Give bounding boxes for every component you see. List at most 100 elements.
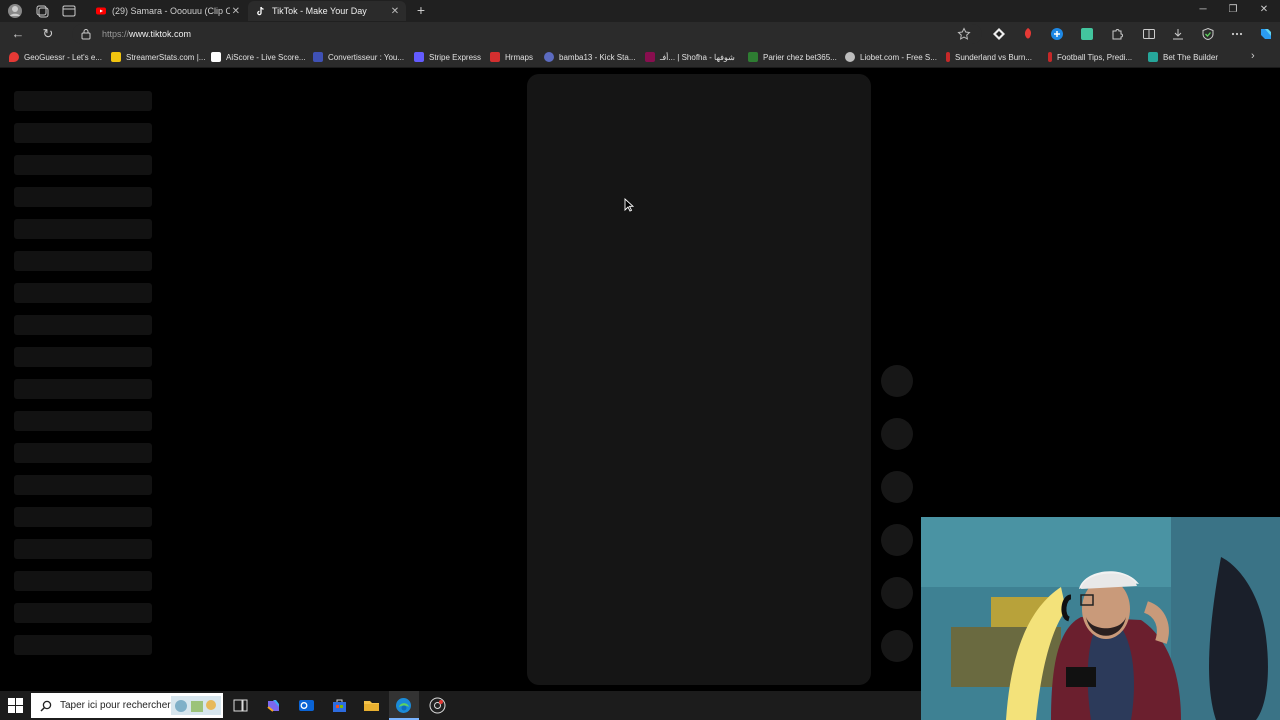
bookmark-label: Bet The Builder xyxy=(1163,52,1218,62)
lock-icon[interactable] xyxy=(80,28,92,40)
skeleton-row xyxy=(14,187,152,207)
skeleton-row xyxy=(14,603,152,623)
bookmark-bet365[interactable]: Parier chez bet365... xyxy=(748,50,837,64)
bookmark-label: Sunderland vs Burn... xyxy=(955,52,1032,62)
close-icon[interactable]: ✕ xyxy=(388,6,402,17)
reload-button[interactable]: ↻ xyxy=(40,26,56,42)
mouse-cursor-icon xyxy=(624,198,634,212)
split-screen-icon[interactable] xyxy=(1142,27,1156,41)
task-view-icon[interactable] xyxy=(232,697,249,714)
window-close-button[interactable]: ✕ xyxy=(1257,3,1271,17)
taskbar-search-box[interactable]: Taper ici pour rechercher xyxy=(31,693,223,718)
btb-icon xyxy=(1148,52,1158,62)
taskbar-edge-active[interactable] xyxy=(389,691,419,720)
copilot-app-icon[interactable] xyxy=(265,697,282,714)
favorite-star-icon[interactable] xyxy=(957,27,971,41)
action-button-skeleton[interactable] xyxy=(881,365,913,397)
skeleton-row xyxy=(14,507,152,527)
pin-icon xyxy=(9,52,19,62)
skeleton-row xyxy=(14,155,152,175)
minimize-button[interactable]: ─ xyxy=(1196,3,1210,17)
skeleton-row xyxy=(14,571,152,591)
bookmark-stripe[interactable]: Stripe Express xyxy=(414,50,481,64)
bookmark-aiscore[interactable]: AiScore - Live Score... xyxy=(211,50,306,64)
bookmark-label: Parier chez bet365... xyxy=(763,52,837,62)
back-button[interactable]: ← xyxy=(10,26,26,42)
bet365-icon xyxy=(748,52,758,62)
bookmark-shofha[interactable]: أفـ... | Shofha - شوفها xyxy=(645,50,735,64)
tiktok-icon xyxy=(257,6,264,16)
search-icon xyxy=(40,700,52,712)
match-icon xyxy=(946,52,950,62)
bookmark-kick[interactable]: bamba13 - Kick Sta... xyxy=(544,50,635,64)
action-button-skeleton[interactable] xyxy=(881,471,913,503)
convert-icon xyxy=(313,52,323,62)
bookmark-hrmaps[interactable]: Hrmaps xyxy=(490,50,533,64)
windows-taskbar: Taper ici pour rechercher xyxy=(0,691,921,720)
workspaces-icon[interactable] xyxy=(34,3,50,19)
skeleton-row xyxy=(14,315,152,335)
tab-youtube[interactable]: (29) Samara - Ooouuu (Clip Offici ✕ xyxy=(88,1,246,21)
bookmark-label: Convertisseur : You... xyxy=(328,52,405,62)
address-bar[interactable]: https://www.tiktok.com xyxy=(72,24,982,44)
tab-actions-icon[interactable] xyxy=(61,3,77,19)
bars-icon xyxy=(111,52,121,62)
bookmark-liobet[interactable]: Liobet.com - Free S... xyxy=(845,50,937,64)
video-placeholder-card[interactable] xyxy=(527,74,871,685)
extension-blue-icon[interactable] xyxy=(1050,27,1064,41)
bookmark-label: bamba13 - Kick Sta... xyxy=(559,52,636,62)
skeleton-row xyxy=(14,539,152,559)
bookmark-football-tips[interactable]: Football Tips, Predi... xyxy=(1048,50,1132,64)
skeleton-row xyxy=(14,443,152,463)
url-text: https://www.tiktok.com xyxy=(102,29,191,39)
skeleton-row xyxy=(14,475,152,495)
extensions-puzzle-icon[interactable] xyxy=(1110,27,1124,41)
bookmark-bet-the-builder[interactable]: Bet The Builder xyxy=(1148,50,1218,64)
browser-tab-bar: (29) Samara - Ooouuu (Clip Offici ✕ TikT… xyxy=(0,0,1280,22)
extension-green-icon[interactable] xyxy=(1080,27,1094,41)
bookmark-label: أفـ... | Shofha - شوفها xyxy=(660,52,735,62)
browser-essentials-icon[interactable] xyxy=(1201,27,1215,41)
bookmark-geoguessr[interactable]: GeoGuessr - Let's e... xyxy=(9,50,102,64)
chevron-right-icon[interactable]: › xyxy=(1251,50,1255,62)
action-button-skeleton[interactable] xyxy=(881,630,913,662)
more-options-icon[interactable] xyxy=(1230,27,1244,41)
url-protocol: https:// xyxy=(102,29,130,39)
obs-recording-icon[interactable] xyxy=(429,697,446,714)
bookmark-convertisseur[interactable]: Convertisseur : You... xyxy=(313,50,404,64)
bookmark-label: StreamerStats.com |... xyxy=(126,52,206,62)
action-button-skeleton[interactable] xyxy=(881,524,913,556)
globe-icon xyxy=(845,52,855,62)
extension-red-icon[interactable] xyxy=(1021,27,1035,41)
stripe-icon xyxy=(414,52,424,62)
close-icon[interactable]: ✕ xyxy=(230,6,242,17)
tab-tiktok[interactable]: TikTok - Make Your Day ✕ xyxy=(248,1,406,21)
skeleton-row xyxy=(14,251,152,271)
restore-button[interactable]: ❐ xyxy=(1226,3,1240,17)
bookmark-streamerstats[interactable]: StreamerStats.com |... xyxy=(111,50,205,64)
extension-diamond-icon[interactable] xyxy=(992,27,1006,41)
bookmarks-bar: GeoGuessr - Let's e... StreamerStats.com… xyxy=(0,46,1280,68)
profile-avatar-icon[interactable] xyxy=(7,3,23,19)
microsoft-store-icon[interactable] xyxy=(331,697,348,714)
file-explorer-icon[interactable] xyxy=(363,697,380,714)
edge-icon xyxy=(396,698,411,713)
copilot-icon[interactable] xyxy=(1258,26,1274,42)
new-tab-button[interactable]: + xyxy=(414,2,428,18)
skeleton-row xyxy=(14,379,152,399)
windows-start-icon[interactable] xyxy=(8,698,23,713)
skeleton-row xyxy=(14,635,152,655)
action-button-skeleton[interactable] xyxy=(881,577,913,609)
aiscore-icon xyxy=(211,52,221,62)
bookmark-label: Football Tips, Predi... xyxy=(1057,52,1133,62)
outlook-icon[interactable] xyxy=(298,697,315,714)
action-button-skeleton[interactable] xyxy=(881,418,913,450)
bookmark-label: Liobet.com - Free S... xyxy=(860,52,937,62)
downloads-icon[interactable] xyxy=(1171,27,1185,41)
football-icon xyxy=(1048,52,1052,62)
url-host: www.tiktok.com xyxy=(129,29,192,39)
skeleton-row xyxy=(14,91,152,111)
hr-icon xyxy=(490,52,500,62)
browser-toolbar: ← ↻ https://www.tiktok.com xyxy=(0,22,1280,46)
bookmark-sunderland[interactable]: Sunderland vs Burn... xyxy=(946,50,1032,64)
